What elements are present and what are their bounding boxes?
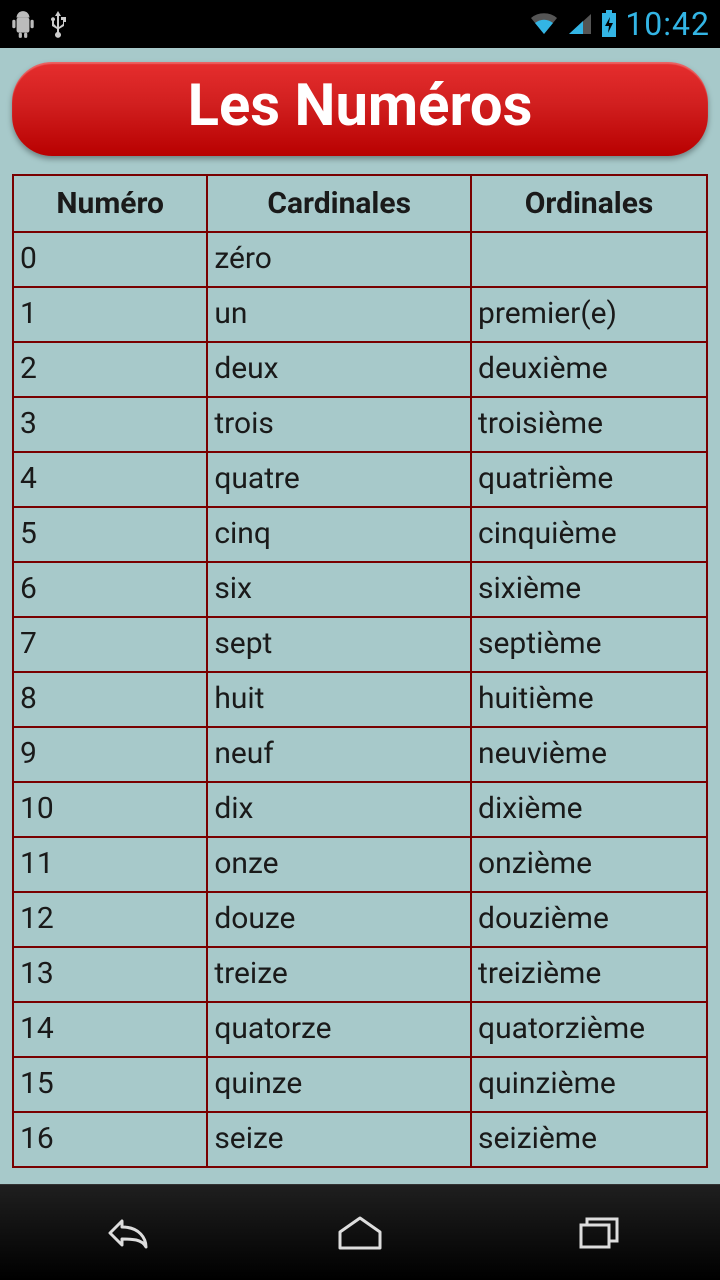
table-row: 4quatrequatrième [13, 452, 707, 507]
table-row: 1unpremier(e) [13, 287, 707, 342]
table-cell: 10 [13, 782, 207, 837]
table-row: 10dixdixième [13, 782, 707, 837]
table-cell: deux [207, 342, 471, 397]
table-row: 0zéro [13, 232, 707, 287]
table-row: 15quinzequinzième [13, 1057, 707, 1112]
table-cell: 3 [13, 397, 207, 452]
table-cell: quinzième [471, 1057, 707, 1112]
table-row: 6sixsixième [13, 562, 707, 617]
table-cell: 12 [13, 892, 207, 947]
table-cell: douzième [471, 892, 707, 947]
table-cell: seizième [471, 1112, 707, 1167]
clock-text: 10:42 [625, 5, 710, 43]
signal-icon [567, 12, 593, 36]
table-row: 12douzedouzième [13, 892, 707, 947]
header-ordinales: Ordinales [471, 175, 707, 232]
recent-apps-button[interactable] [540, 1203, 660, 1263]
header-cardinales: Cardinales [207, 175, 471, 232]
table-cell: 11 [13, 837, 207, 892]
table-cell [471, 232, 707, 287]
home-button[interactable] [300, 1203, 420, 1263]
header-numero: Numéro [13, 175, 207, 232]
table-cell: septième [471, 617, 707, 672]
table-cell: 7 [13, 617, 207, 672]
status-left [10, 9, 68, 39]
back-button[interactable] [60, 1203, 180, 1263]
table-cell: 16 [13, 1112, 207, 1167]
table-cell: sept [207, 617, 471, 672]
table-cell: neuf [207, 727, 471, 782]
table-cell: onze [207, 837, 471, 892]
table-cell: quatre [207, 452, 471, 507]
table-cell: quatrième [471, 452, 707, 507]
navigation-bar [0, 1184, 720, 1280]
table-cell: 2 [13, 342, 207, 397]
table-cell: seize [207, 1112, 471, 1167]
table-cell: cinquième [471, 507, 707, 562]
table-cell: huit [207, 672, 471, 727]
table-cell: six [207, 562, 471, 617]
status-right: 10:42 [529, 5, 710, 43]
table-row: 5cinqcinquième [13, 507, 707, 562]
table-cell: 13 [13, 947, 207, 1002]
table-cell: dix [207, 782, 471, 837]
page-title: Les Numéros [188, 72, 533, 140]
table-cell: dixième [471, 782, 707, 837]
table-row: 2deuxdeuxième [13, 342, 707, 397]
numbers-table: Numéro Cardinales Ordinales 0zéro1unprem… [12, 174, 708, 1168]
table-cell: cinq [207, 507, 471, 562]
table-cell: quinze [207, 1057, 471, 1112]
table-cell: 8 [13, 672, 207, 727]
table-cell: douze [207, 892, 471, 947]
table-cell: neuvième [471, 727, 707, 782]
table-row: 8huithuitième [13, 672, 707, 727]
table-cell: sixième [471, 562, 707, 617]
table-row: 9neufneuvième [13, 727, 707, 782]
table-cell: onzième [471, 837, 707, 892]
table-cell: troisième [471, 397, 707, 452]
table-cell: trois [207, 397, 471, 452]
battery-charging-icon [601, 10, 617, 38]
table-cell: 4 [13, 452, 207, 507]
app-content: Les Numéros Numéro Cardinales Ordinales … [0, 48, 720, 1168]
table-cell: quatorze [207, 1002, 471, 1057]
status-bar: 10:42 [0, 0, 720, 48]
wifi-icon [529, 12, 559, 36]
table-cell: 14 [13, 1002, 207, 1057]
table-cell: premier(e) [471, 287, 707, 342]
android-debug-icon [10, 9, 36, 39]
table-cell: deuxième [471, 342, 707, 397]
table-row: 11onzeonzième [13, 837, 707, 892]
table-cell: zéro [207, 232, 471, 287]
table-cell: treizième [471, 947, 707, 1002]
table-row: 3troistroisième [13, 397, 707, 452]
page-title-pill: Les Numéros [12, 62, 708, 156]
table-cell: 15 [13, 1057, 207, 1112]
table-header-row: Numéro Cardinales Ordinales [13, 175, 707, 232]
table-row: 13treizetreizième [13, 947, 707, 1002]
table-row: 14quatorzequatorzième [13, 1002, 707, 1057]
table-cell: treize [207, 947, 471, 1002]
usb-icon [48, 9, 68, 39]
table-cell: 1 [13, 287, 207, 342]
table-row: 16seizeseizième [13, 1112, 707, 1167]
table-cell: 5 [13, 507, 207, 562]
table-cell: un [207, 287, 471, 342]
table-cell: 9 [13, 727, 207, 782]
table-cell: 6 [13, 562, 207, 617]
table-cell: 0 [13, 232, 207, 287]
table-cell: huitième [471, 672, 707, 727]
table-cell: quatorzième [471, 1002, 707, 1057]
table-row: 7septseptième [13, 617, 707, 672]
